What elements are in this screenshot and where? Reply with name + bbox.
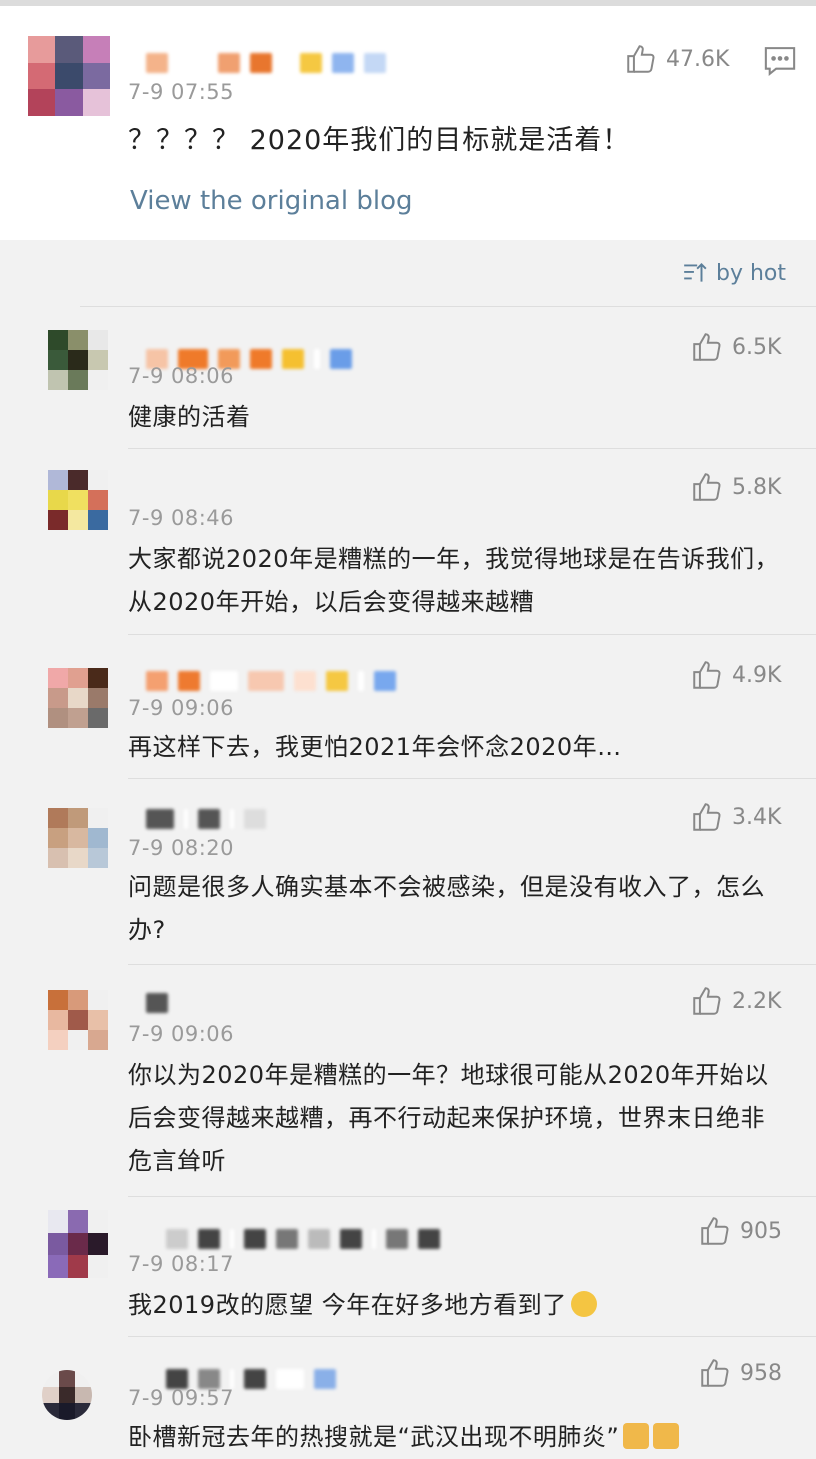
divider xyxy=(128,634,816,635)
username-redacted[interactable] xyxy=(166,1228,440,1250)
thumbs-up-icon xyxy=(701,1359,729,1387)
comment-like-count: 905 xyxy=(740,1218,782,1244)
crying-emoji-icon xyxy=(623,1423,650,1449)
comment-like-button[interactable]: 958 xyxy=(698,1356,782,1390)
thumbs-up-icon xyxy=(627,45,655,73)
crying-emoji-icon xyxy=(653,1423,680,1449)
comment-text: 你以为2020年是糟糕的一年？地球很可能从2020年开始以后会变得越来越糟，再不… xyxy=(128,1061,769,1175)
comment-like-button[interactable]: 5.8K xyxy=(690,470,781,504)
divider xyxy=(128,1196,816,1197)
post-time: 7-9 07:55 xyxy=(128,80,234,104)
comment-item: 7-9 09:57 958 卧槽新冠去年的热搜就是“武汉出现不明肺炎” xyxy=(0,1352,816,1451)
comment-text: 再这样下去，我更怕2021年会怀念2020年… xyxy=(128,733,622,761)
username-redacted[interactable] xyxy=(146,808,266,830)
comment-item: 7-9 09:06 4.9K 再这样下去，我更怕2021年会怀念2020年… xyxy=(0,654,816,779)
divider xyxy=(128,778,816,779)
thumbs-up-icon xyxy=(701,1217,729,1245)
sort-by-hot-button[interactable]: by hot xyxy=(682,260,786,286)
comment-item: 7-9 08:06 6.5K 健康的活着 xyxy=(0,328,816,449)
avatar[interactable] xyxy=(48,470,108,530)
divider xyxy=(128,964,816,965)
avatar[interactable] xyxy=(42,1370,92,1420)
avatar[interactable] xyxy=(48,990,108,1050)
post-text: ？？？？ 2020年我们的目标就是活着！ xyxy=(128,125,631,156)
avatar[interactable] xyxy=(28,36,110,116)
avatar[interactable] xyxy=(48,808,108,868)
comment-text: 我2019改的愿望 今年在好多地方看到了 xyxy=(128,1284,788,1327)
sort-label: by hot xyxy=(716,260,787,286)
comment-icon[interactable] xyxy=(762,44,798,78)
thumbs-up-icon xyxy=(693,473,721,501)
comment-like-count: 2.2K xyxy=(732,988,782,1014)
comment-time: 7-9 08:06 xyxy=(128,364,234,388)
comment-time: 7-9 09:06 xyxy=(128,696,234,720)
comment-text: 大家都说2020年是糟糕的一年，我觉得地球是在告诉我们，从2020年开始，以后会… xyxy=(128,545,780,616)
comment-text-content: 我2019改的愿望 今年在好多地方看到了 xyxy=(128,1291,567,1319)
comment-like-button[interactable]: 905 xyxy=(698,1214,782,1248)
comment-text: 卧槽新冠去年的热搜就是“武汉出现不明肺炎” xyxy=(128,1416,788,1459)
comment-like-button[interactable]: 2.2K xyxy=(690,984,781,1018)
comment-time: 7-9 08:46 xyxy=(128,506,234,530)
avatar[interactable] xyxy=(48,1210,108,1278)
comment-text: 问题是很多人确实基本不会被感染，但是没有收入了，怎么办? xyxy=(128,873,765,944)
comment-like-count: 958 xyxy=(740,1360,782,1386)
comment-like-count: 5.8K xyxy=(732,474,782,500)
original-post-card: 7-9 07:55 ？？？？ 2020年我们的目标就是活着！ View the … xyxy=(0,0,816,240)
avatar[interactable] xyxy=(48,668,108,728)
comment-text-content: 卧槽新冠去年的热搜就是“武汉出现不明肺炎” xyxy=(128,1423,620,1451)
comment-time: 7-9 09:57 xyxy=(128,1386,234,1410)
divider xyxy=(80,306,816,307)
comment-like-count: 6.5K xyxy=(732,334,782,360)
divider xyxy=(128,1336,816,1337)
divider xyxy=(128,448,816,449)
comment-like-button[interactable]: 3.4K xyxy=(690,800,781,834)
comment-item: 7-9 09:06 2.2K 你以为2020年是糟糕的一年？地球很可能从2020… xyxy=(0,982,816,1197)
comment-time: 7-9 09:06 xyxy=(128,1022,234,1046)
thumbs-up-icon xyxy=(693,333,721,361)
comment-like-button[interactable]: 4.9K xyxy=(690,658,781,692)
comment-time: 7-9 08:20 xyxy=(128,836,234,860)
username-redacted[interactable] xyxy=(146,52,386,74)
comment-time: 7-9 08:17 xyxy=(128,1252,234,1276)
avatar[interactable] xyxy=(48,330,108,390)
thumbs-up-icon xyxy=(693,661,721,689)
username-redacted[interactable] xyxy=(146,992,168,1014)
post-like-button[interactable]: 47.6K xyxy=(624,42,729,76)
thumbs-up-icon xyxy=(693,987,721,1015)
post-like-count: 47.6K xyxy=(666,46,730,72)
thumbs-up-icon xyxy=(693,803,721,831)
comment-item: 7-9 08:17 905 我2019改的愿望 今年在好多地方看到了 xyxy=(0,1210,816,1337)
comment-like-count: 3.4K xyxy=(732,804,782,830)
comment-like-button[interactable]: 6.5K xyxy=(690,330,781,364)
sort-icon xyxy=(684,262,707,282)
comment-text: 健康的活着 xyxy=(128,403,251,431)
view-original-blog-link[interactable]: View the original blog xyxy=(130,186,412,216)
comment-item: 7-9 08:20 3.4K 问题是很多人确实基本不会被感染，但是没有收入了，怎… xyxy=(0,798,816,965)
username-redacted[interactable] xyxy=(146,670,396,692)
laughing-emoji-icon xyxy=(570,1291,597,1317)
comment-like-count: 4.9K xyxy=(732,662,782,688)
comment-item: 7-9 08:46 5.8K 大家都说2020年是糟糕的一年，我觉得地球是在告诉… xyxy=(0,468,816,636)
